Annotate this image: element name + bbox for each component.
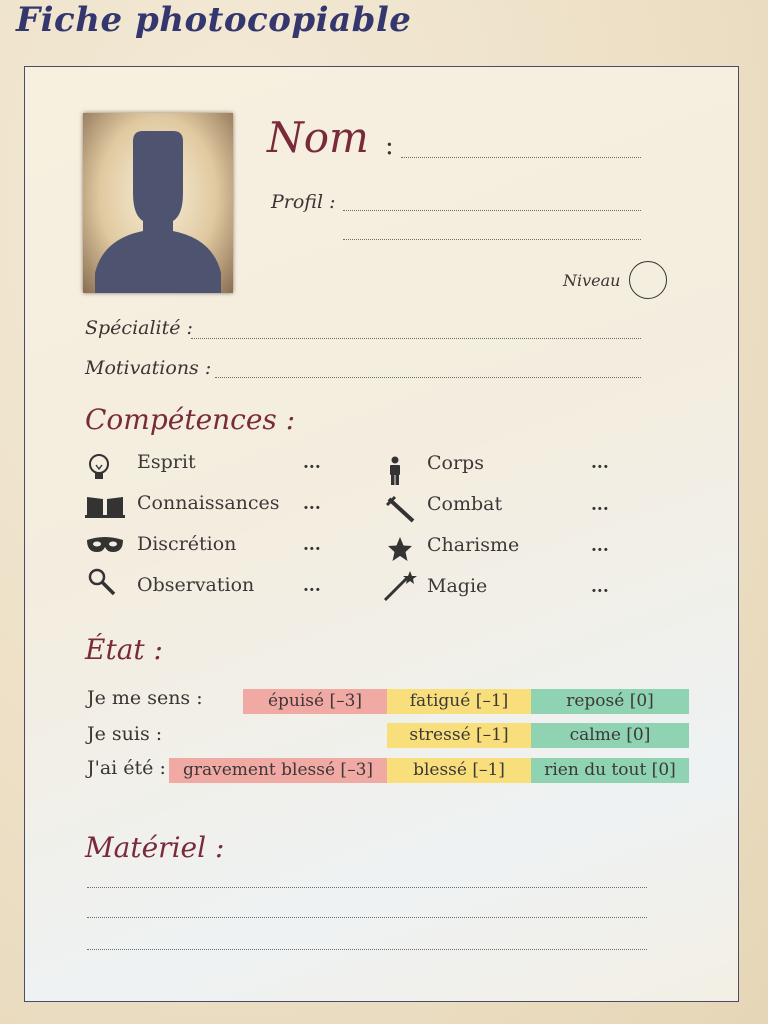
level-label: Niveau: [563, 271, 621, 290]
wand-icon: [383, 571, 417, 602]
state-row-feel-label: Je me sens :: [87, 687, 203, 709]
equipment-line-1[interactable]: [87, 887, 647, 888]
name-colon: :: [385, 131, 394, 161]
state-cell-exhausted[interactable]: épuisé [–3]: [243, 689, 387, 714]
skill-charisme-label: Charisme: [427, 534, 520, 556]
name-label: Nom: [267, 113, 369, 162]
state-cell-calm[interactable]: calme [0]: [531, 723, 689, 748]
skill-charisme-value[interactable]: ...: [591, 536, 609, 556]
skill-discretion-label: Discrétion: [137, 533, 237, 555]
skill-corps-label: Corps: [427, 452, 484, 474]
profile-field-line-2[interactable]: [343, 239, 641, 240]
state-cell-wounded[interactable]: blessé [–1]: [387, 758, 531, 783]
motivations-field[interactable]: [215, 377, 641, 378]
specialty-label: Spécialité :: [85, 317, 193, 339]
skill-combat-value[interactable]: ...: [591, 495, 609, 515]
skill-discretion-value[interactable]: ...: [303, 535, 321, 555]
equipment-line-3[interactable]: [87, 949, 647, 950]
person-icon: [390, 456, 400, 485]
book-icon: [85, 497, 125, 518]
skill-esprit-label: Esprit: [137, 451, 196, 473]
equipment-heading: Matériel :: [85, 831, 225, 864]
motivations-label: Motivations :: [85, 357, 212, 379]
specialty-field[interactable]: [191, 338, 641, 339]
equipment-line-2[interactable]: [87, 917, 647, 918]
skill-observation-value[interactable]: ...: [303, 576, 321, 596]
page-title: Fiche photocopiable: [16, 0, 412, 40]
lightbulb-icon: [89, 454, 109, 479]
skill-observation-label: Observation: [137, 574, 255, 596]
state-row-am-label: Je suis :: [87, 723, 163, 745]
skill-combat-label: Combat: [427, 493, 503, 515]
skill-esprit-value[interactable]: ...: [303, 453, 321, 473]
state-cell-rested[interactable]: reposé [0]: [531, 689, 689, 714]
skill-connaissances-value[interactable]: ...: [303, 494, 321, 514]
skill-magie-label: Magie: [427, 575, 488, 597]
sword-icon: [385, 495, 415, 523]
star-icon: [388, 537, 412, 561]
magnifier-icon: [88, 568, 116, 596]
skills-heading: Compétences :: [85, 403, 296, 436]
name-field[interactable]: [401, 157, 641, 158]
state-cell-unhurt[interactable]: rien du tout [0]: [531, 758, 689, 783]
silhouette-icon: [95, 131, 221, 293]
state-cell-tired[interactable]: fatigué [–1]: [387, 689, 531, 714]
profile-label: Profil :: [271, 191, 336, 213]
state-row-been-label: J'ai été :: [87, 757, 166, 779]
character-sheet: Nom : Profil : Niveau Spécialité : Motiv…: [24, 66, 739, 1002]
mask-icon: [87, 537, 123, 552]
skill-connaissances-label: Connaissances: [137, 492, 280, 514]
state-cell-stressed[interactable]: stressé [–1]: [387, 723, 531, 748]
profile-field-line-1[interactable]: [343, 210, 641, 211]
level-circle[interactable]: [629, 261, 667, 299]
state-heading: État :: [85, 633, 163, 666]
skill-corps-value[interactable]: ...: [591, 453, 609, 473]
skill-magie-value[interactable]: ...: [591, 577, 609, 597]
state-cell-badly-wounded[interactable]: gravement blessé [–3]: [169, 758, 387, 783]
portrait-frame: [83, 113, 233, 293]
